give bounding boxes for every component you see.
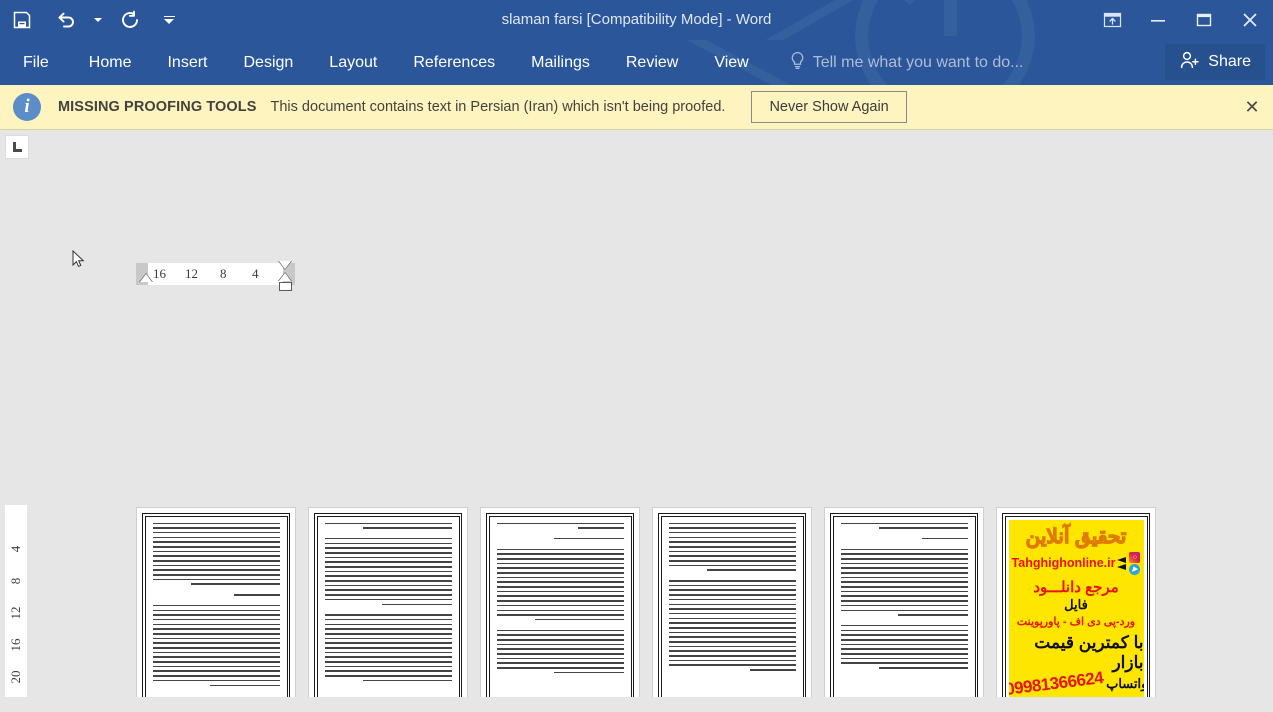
page-thumbnail-3[interactable]: 3 xyxy=(480,507,640,697)
page-1-content: 1 xyxy=(144,515,288,697)
undo-icon[interactable] xyxy=(44,0,88,40)
ad-whatsapp-label: واتساپ xyxy=(1106,675,1144,691)
tab-review[interactable]: Review xyxy=(608,40,696,85)
restore-icon[interactable] xyxy=(1181,0,1227,40)
tab-design[interactable]: Design xyxy=(225,40,311,85)
vertical-ruler[interactable]: 4 8 12 16 20 24 xyxy=(5,505,27,697)
tab-stop-selector[interactable] xyxy=(5,135,29,159)
horizontal-ruler[interactable]: 16 12 8 4 xyxy=(136,263,295,285)
ad-url-row: Tahghighonline.ir ○ ▶ xyxy=(1012,551,1141,575)
message-bar: i MISSING PROOFING TOOLS This document c… xyxy=(0,85,1273,130)
left-tab-icon xyxy=(12,142,22,152)
tab-view[interactable]: View xyxy=(696,40,766,85)
tell-me-label: Tell me what you want to do... xyxy=(812,53,1024,71)
chevron-down-icon xyxy=(94,18,102,22)
message-bar-close-icon[interactable]: ✕ xyxy=(1241,96,1263,118)
page-4-content: 4 xyxy=(660,515,804,697)
hruler-tick-8: 8 xyxy=(220,266,227,281)
hruler-tick-4: 4 xyxy=(252,266,259,281)
ad-line-4: ورد-پی دی اف - پاورپوینت xyxy=(1016,615,1136,628)
page-thumbnail-2[interactable]: 2 xyxy=(308,507,468,697)
page-thumbnail-1[interactable]: 1 xyxy=(136,507,296,697)
first-line-indent-marker-fill xyxy=(279,261,291,269)
page-thumbnail-6[interactable]: تحقیق آنلاین Tahghighonline.ir ○ ▶ مرجع … xyxy=(996,507,1156,697)
instagram-icon[interactable]: ○ xyxy=(1129,551,1141,563)
page-5-content: 5 xyxy=(832,515,976,697)
hanging-indent-marker-fill xyxy=(279,273,291,281)
ad-website-url[interactable]: Tahghighonline.ir xyxy=(1012,556,1116,570)
share-label: Share xyxy=(1208,53,1251,70)
tab-references[interactable]: References xyxy=(395,40,513,85)
left-indent-marker-fill xyxy=(140,274,152,282)
tab-file[interactable]: File xyxy=(21,40,71,85)
ad-line-5: با کمترین قیمت بازار xyxy=(1034,632,1144,672)
mouse-cursor xyxy=(72,249,86,270)
ad-line-3: فایل xyxy=(1064,596,1088,612)
ad-phone-row: واتساپ 09981366624 xyxy=(1009,668,1144,697)
vruler-tick-12: 12 xyxy=(8,606,23,620)
customize-qat-icon[interactable] xyxy=(152,0,186,40)
never-show-again-button[interactable]: Never Show Again xyxy=(751,91,907,123)
hruler-tick-16: 16 xyxy=(153,266,166,281)
page-3-content: 3 xyxy=(488,515,632,697)
share-person-icon xyxy=(1179,50,1200,75)
window-title: slaman farsi [Compatibility Mode] - Word xyxy=(501,11,772,28)
page-thumbnail-4[interactable]: 4 xyxy=(652,507,812,697)
hruler-tick-12: 12 xyxy=(185,266,198,281)
right-indent-marker[interactable] xyxy=(279,282,292,291)
ribbon-display-options-icon[interactable] xyxy=(1089,0,1135,40)
vruler-tick-4: 4 xyxy=(8,545,23,553)
quick-access-toolbar xyxy=(0,0,186,40)
vruler-tick-8: 8 xyxy=(8,577,23,585)
undo-dropdown-icon[interactable] xyxy=(88,0,108,40)
tell-me-box[interactable]: Tell me what you want to do... xyxy=(789,51,1024,75)
page-thumbnail-strip: 1 2 xyxy=(136,507,1156,697)
document-workspace[interactable]: 16 12 8 4 4 8 12 16 20 24 xyxy=(0,130,1273,697)
page-2-content: 2 xyxy=(316,515,460,697)
tab-layout[interactable]: Layout xyxy=(311,40,395,85)
save-icon[interactable] xyxy=(0,0,44,40)
arrow-right-icon xyxy=(1117,556,1127,570)
social-badges: ○ ▶ xyxy=(1129,551,1141,575)
lightbulb-icon xyxy=(789,51,806,75)
redo-icon[interactable] xyxy=(108,0,152,40)
window-controls xyxy=(1089,0,1273,40)
info-icon: i xyxy=(13,93,41,121)
tab-home[interactable]: Home xyxy=(71,40,150,85)
share-button[interactable]: Share xyxy=(1165,44,1265,80)
ad-line-2: مرجع دانلـــود xyxy=(1033,578,1119,596)
ribbon-tabs: File Home Insert Design Layout Reference… xyxy=(0,40,1273,85)
vruler-tick-20: 20 xyxy=(8,670,23,684)
tab-mailings[interactable]: Mailings xyxy=(513,40,608,85)
title-bar: slaman farsi [Compatibility Mode] - Word xyxy=(0,0,1273,40)
tab-insert[interactable]: Insert xyxy=(149,40,225,85)
minimize-icon[interactable] xyxy=(1135,0,1181,40)
telegram-icon[interactable]: ▶ xyxy=(1129,563,1141,575)
vruler-tick-16: 16 xyxy=(8,638,23,652)
advertisement-block: تحقیق آنلاین Tahghighonline.ir ○ ▶ مرجع … xyxy=(1008,519,1144,697)
ribbon-tab-bar: File Home Insert Design Layout Reference… xyxy=(0,40,1273,85)
message-bar-text: This document contains text in Persian (… xyxy=(270,99,726,115)
close-icon[interactable] xyxy=(1227,0,1273,40)
page-thumbnail-5[interactable]: 5 xyxy=(824,507,984,697)
message-bar-title: MISSING PROOFING TOOLS xyxy=(58,99,257,115)
ad-heading: تحقیق آنلاین xyxy=(1025,525,1127,548)
page-6-content: تحقیق آنلاین Tahghighonline.ir ○ ▶ مرجع … xyxy=(1004,515,1148,697)
